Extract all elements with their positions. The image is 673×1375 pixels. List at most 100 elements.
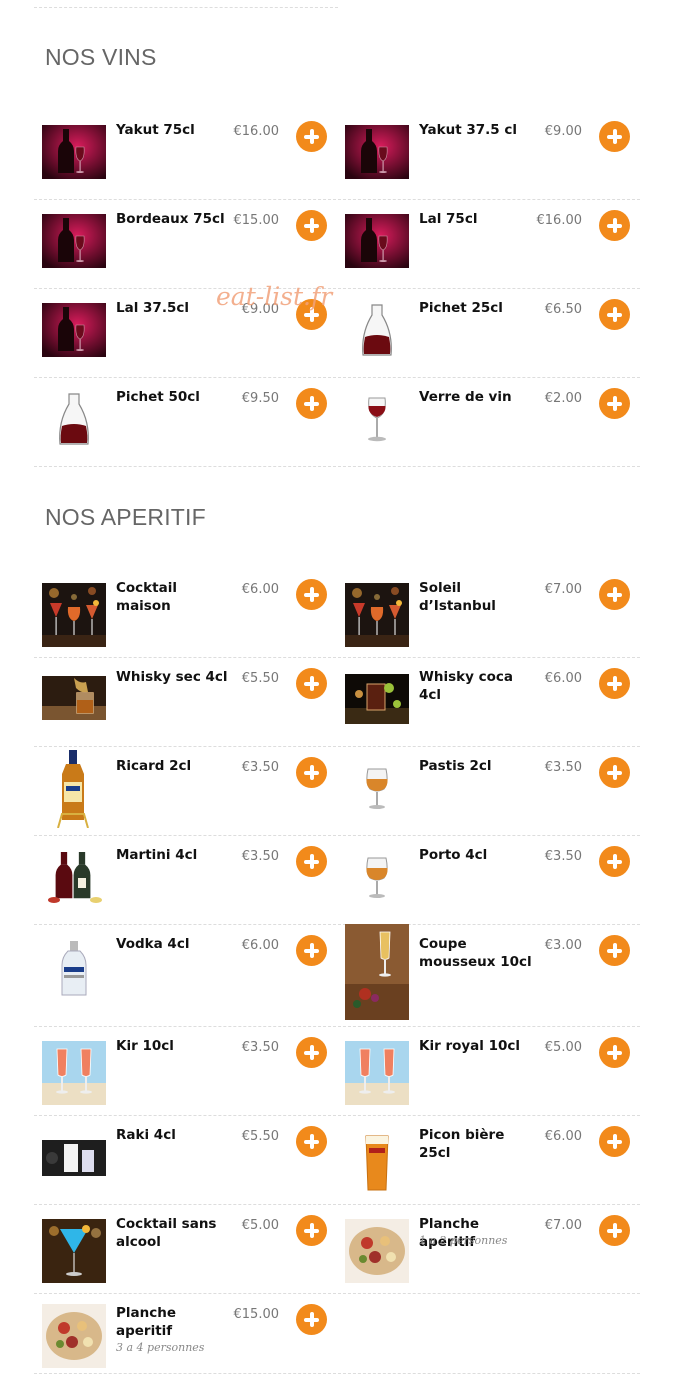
menu-row: Vodka 4cl €6.00 Coupe mousseux 10cl €3.00 — [34, 924, 640, 1027]
whisky-coca-icon — [345, 674, 409, 724]
tasting-glass-icon — [345, 850, 409, 904]
martini-bottles-icon — [42, 850, 106, 904]
add-to-cart-icon[interactable] — [599, 1037, 630, 1068]
menu-item-picon-bi-re-25cl: Picon bière 25cl €6.00 — [337, 1115, 640, 1204]
item-name: Picon bière 25cl — [419, 1127, 505, 1161]
menu-row: Raki 4cl €5.50 Picon bière 25cl €6.00 — [34, 1115, 640, 1205]
menu-item-pichet-50cl: Pichet 50cl €9.50 — [34, 377, 337, 466]
add-to-cart-icon[interactable] — [296, 210, 327, 241]
item-name: Pichet 50cl — [116, 389, 200, 405]
menu-item-planche-aperitif: Planche aperitif 3 a 4 personnes €15.00 — [34, 1293, 337, 1373]
vodka-bottle-icon — [42, 939, 106, 999]
add-to-cart-icon[interactable] — [296, 846, 327, 877]
menu-row: Kir 10cl €3.50 Kir royal 10cl €5.00 — [34, 1026, 640, 1116]
item-name: Lal 75cl — [419, 211, 478, 227]
add-to-cart-icon[interactable] — [296, 757, 327, 788]
item-description: 3 a 4 personnes — [116, 1341, 205, 1354]
menu-item-lal-75cl: Lal 75cl €16.00 — [337, 199, 640, 288]
menu-row: Pichet 50cl €9.50 Verre de vin €2.00 — [34, 377, 640, 467]
section-title-nos-vins: NOS VINS — [45, 44, 157, 70]
menu-item-pastis-2cl: Pastis 2cl €3.50 — [337, 746, 640, 835]
item-price: €6.50 — [544, 302, 582, 317]
item-price: €2.00 — [544, 391, 582, 406]
wine-bottle-icon — [345, 125, 409, 179]
menu-item-martini-4cl: Martini 4cl €3.50 — [34, 835, 337, 924]
cocktail-photo-icon — [42, 583, 106, 647]
menu-item-vodka-4cl: Vodka 4cl €6.00 — [34, 924, 337, 1026]
menu-item-cocktail-maison: Cocktail maison €6.00 — [34, 568, 337, 657]
item-description: 1 a 2 personnes — [419, 1234, 508, 1247]
add-to-cart-icon[interactable] — [599, 299, 630, 330]
add-to-cart-icon[interactable] — [296, 121, 327, 152]
menu-item-bordeaux-75cl: Bordeaux 75cl €15.00 — [34, 199, 337, 288]
add-to-cart-icon[interactable] — [296, 935, 327, 966]
kir-glasses-icon — [345, 1041, 409, 1105]
menu-item-soleil-d-istanbul: Soleil d’Istanbul €7.00 — [337, 568, 640, 657]
item-name: Porto 4cl — [419, 847, 488, 863]
item-name: Soleil d’Istanbul — [419, 580, 496, 614]
section-title-nos-aperitif: NOS APERITIF — [45, 504, 206, 530]
menu-item-kir-10cl: Kir 10cl €3.50 — [34, 1026, 337, 1115]
add-to-cart-icon[interactable] — [599, 121, 630, 152]
item-price: €16.00 — [536, 213, 583, 228]
platter-icon — [42, 1304, 106, 1368]
blue-cocktail-icon — [42, 1219, 106, 1283]
menu-item-yakut-37-5-cl: Yakut 37.5 cl €9.00 — [337, 110, 640, 199]
wine-glass-icon — [345, 392, 409, 446]
add-to-cart-icon[interactable] — [296, 1215, 327, 1246]
item-price: €9.00 — [544, 124, 582, 139]
wine-bottle-icon — [42, 125, 106, 179]
menu-item-whisky-coca-4cl: Whisky coca 4cl €6.00 — [337, 657, 640, 746]
add-to-cart-icon[interactable] — [296, 1304, 327, 1335]
item-name: Cocktail sans alcool — [116, 1216, 217, 1250]
add-to-cart-icon[interactable] — [296, 668, 327, 699]
item-price: €7.00 — [544, 582, 582, 597]
menu-item-kir-royal-10cl: Kir royal 10cl €5.00 — [337, 1026, 640, 1115]
kir-glasses-icon — [42, 1041, 106, 1105]
item-price: €6.00 — [544, 671, 582, 686]
menu-item-coupe-mousseux-10cl: Coupe mousseux 10cl €3.00 — [337, 924, 640, 1026]
item-price: €6.00 — [241, 938, 279, 953]
add-to-cart-icon[interactable] — [599, 1215, 630, 1246]
wine-bottle-icon — [42, 303, 106, 357]
menu-row: Bordeaux 75cl €15.00 Lal 75cl €16.00 — [34, 199, 640, 289]
item-name: Planche aperitif — [116, 1305, 177, 1339]
cocktail-photo-icon — [345, 583, 409, 647]
add-to-cart-icon[interactable] — [599, 1126, 630, 1157]
item-price: €3.00 — [544, 938, 582, 953]
item-name: Martini 4cl — [116, 847, 198, 863]
item-name: Bordeaux 75cl — [116, 211, 225, 227]
add-to-cart-icon[interactable] — [296, 579, 327, 610]
item-price: €15.00 — [233, 213, 280, 228]
menu-item-yakut-75cl: Yakut 75cl €16.00 — [34, 110, 337, 199]
item-price: €5.50 — [241, 1129, 279, 1144]
add-to-cart-icon[interactable] — [599, 210, 630, 241]
item-price: €5.00 — [544, 1040, 582, 1055]
add-to-cart-icon[interactable] — [599, 935, 630, 966]
item-name: Whisky sec 4cl — [116, 669, 228, 685]
item-price: €15.00 — [233, 1307, 280, 1322]
add-to-cart-icon[interactable] — [599, 757, 630, 788]
menu-row: Whisky sec 4cl €5.50 Whisky coca 4cl €6.00 — [34, 657, 640, 747]
item-price: €3.50 — [544, 849, 582, 864]
item-name: Pichet 25cl — [419, 300, 503, 316]
add-to-cart-icon[interactable] — [599, 846, 630, 877]
menu-row: Martini 4cl €3.50 Porto 4cl €3.50 — [34, 835, 640, 925]
add-to-cart-icon[interactable] — [296, 1126, 327, 1157]
add-to-cart-icon[interactable] — [599, 579, 630, 610]
tasting-glass-icon — [345, 761, 409, 815]
top-divider — [34, 7, 338, 8]
item-price: €3.50 — [241, 849, 279, 864]
menu-row: Ricard 2cl €3.50 Pastis 2cl €3.50 — [34, 746, 640, 836]
add-to-cart-icon[interactable] — [599, 388, 630, 419]
add-to-cart-icon[interactable] — [296, 388, 327, 419]
item-price: €7.00 — [544, 1218, 582, 1233]
item-name: Yakut 75cl — [116, 122, 195, 138]
add-to-cart-icon[interactable] — [296, 1037, 327, 1068]
menu-row: Cocktail sans alcool €5.00 Planche aperiti… — [34, 1204, 640, 1294]
champagne-flute-icon — [345, 924, 409, 1020]
item-price: €16.00 — [233, 124, 280, 139]
add-to-cart-icon[interactable] — [599, 668, 630, 699]
carafe-icon — [42, 392, 106, 446]
watermark: eat-list.fr — [216, 282, 333, 311]
